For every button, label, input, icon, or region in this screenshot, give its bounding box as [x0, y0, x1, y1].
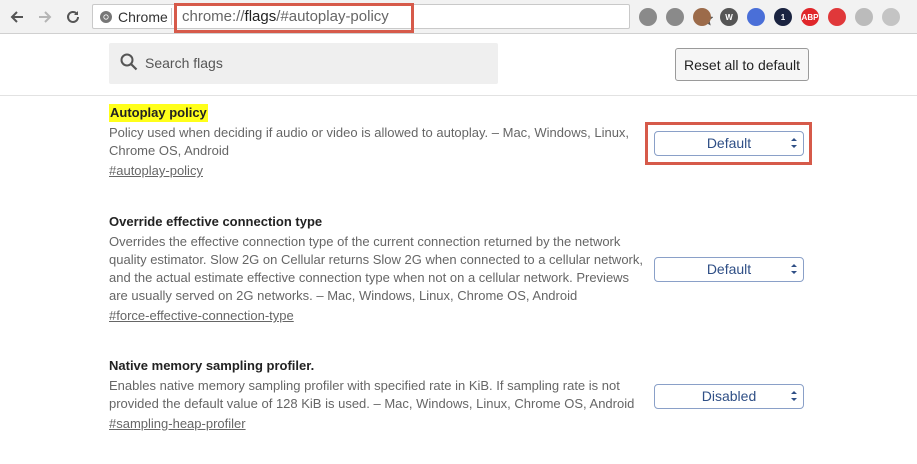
abp-ext-icon[interactable]: ABP: [801, 8, 819, 26]
red-ext-icon[interactable]: [828, 8, 846, 26]
w-ext-icon[interactable]: W: [720, 8, 738, 26]
experiment-sampling-profiler: Native memory sampling profiler. Enables…: [109, 357, 649, 433]
gray-ext-icon[interactable]: [882, 8, 900, 26]
reload-button[interactable]: [63, 7, 83, 27]
search-icon: [120, 53, 138, 71]
play-ext-icon[interactable]: [855, 8, 873, 26]
back-arrow-icon: [10, 11, 23, 23]
url-scheme: chrome://: [182, 8, 245, 25]
connection-type-select[interactable]: Default: [654, 257, 804, 282]
experiment-description: Policy used when deciding if audio or vi…: [109, 125, 630, 158]
autoplay-policy-select[interactable]: Default: [654, 131, 804, 156]
experiment-title: Native memory sampling profiler.: [109, 358, 315, 373]
reload-icon: [67, 10, 79, 23]
experiment-connection-type: Override effective connection type Overr…: [109, 213, 649, 325]
onepassword-ext-icon[interactable]: 1: [774, 8, 792, 26]
avatar-ext-icon[interactable]: [693, 8, 711, 26]
select-value: Default: [706, 261, 752, 277]
reset-all-button[interactable]: Reset all to default: [675, 48, 809, 81]
url-path: /#autoplay-policy: [276, 8, 389, 25]
search-box[interactable]: [109, 43, 498, 84]
chip-divider: [171, 8, 172, 25]
experiment-title: Autoplay policy: [109, 104, 208, 122]
experiment-link[interactable]: #autoplay-policy: [109, 162, 203, 180]
site-chip-label: Chrome: [118, 9, 168, 25]
experiment-link[interactable]: #sampling-heap-profiler: [109, 415, 246, 433]
experiment-description: Enables native memory sampling profiler …: [109, 378, 635, 411]
select-arrows-icon: [791, 138, 797, 148]
experiment-link[interactable]: #force-effective-connection-type: [109, 307, 294, 325]
select-arrows-icon: [791, 391, 797, 401]
url-host: flags: [244, 8, 277, 25]
pocket-ext-icon[interactable]: [666, 8, 684, 26]
select-value: Default: [706, 135, 752, 151]
sampling-profiler-select[interactable]: Disabled: [654, 384, 804, 409]
chrome-icon: [100, 11, 112, 23]
browser-toolbar: Chrome chrome://flags/#autoplay-policy W…: [0, 0, 917, 34]
forward-arrow-icon: [39, 11, 52, 23]
flags-header: Reset all to default: [0, 34, 917, 96]
back-button[interactable]: [7, 7, 27, 27]
site-chip[interactable]: Chrome: [99, 9, 168, 25]
vimeo-ext-icon[interactable]: [639, 8, 657, 26]
experiment-description: Overrides the effective connection type …: [109, 234, 643, 303]
select-value: Disabled: [701, 388, 757, 404]
forward-button[interactable]: [35, 7, 55, 27]
select-arrows-icon: [791, 264, 797, 274]
experiment-autoplay-policy: Autoplay policy Policy used when decidin…: [109, 104, 649, 180]
circle-ext-icon[interactable]: [747, 8, 765, 26]
experiment-title: Override effective connection type: [109, 214, 323, 229]
url-field[interactable]: chrome://flags/#autoplay-policy: [182, 8, 389, 25]
search-input[interactable]: [145, 53, 485, 73]
